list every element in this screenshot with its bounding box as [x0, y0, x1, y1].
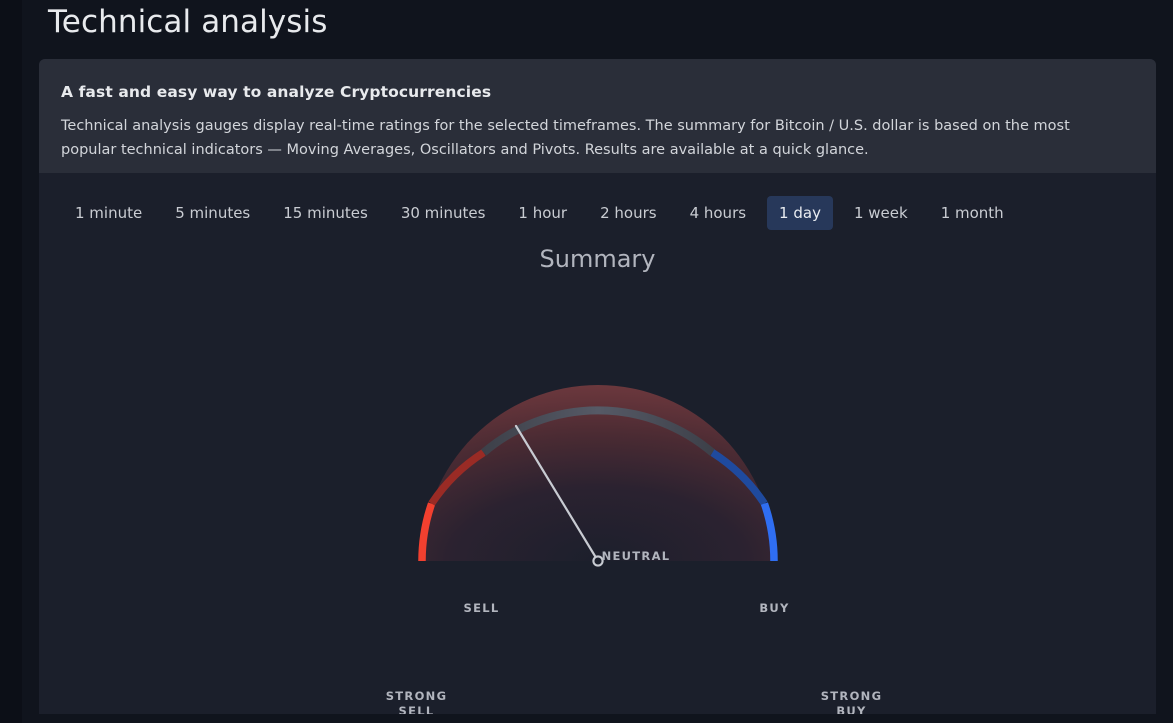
timeframe-tab-5-minutes[interactable]: 5 minutes [163, 196, 262, 230]
timeframe-tab-15-minutes[interactable]: 15 minutes [271, 196, 380, 230]
timeframe-tab-1-day[interactable]: 1 day [767, 196, 833, 230]
technical-analysis-page: Technical analysis A fast and easy way t… [0, 0, 1173, 723]
gauge-label-strong-sell: STRONG SELL [385, 689, 448, 714]
timeframe-tab-1-month[interactable]: 1 month [929, 196, 1016, 230]
timeframe-tab-30-minutes[interactable]: 30 minutes [389, 196, 498, 230]
timeframe-tab-1-hour[interactable]: 1 hour [506, 196, 579, 230]
gauge-label-strong-buy: STRONG BUY [820, 689, 883, 714]
timeframe-tab-1-week[interactable]: 1 week [842, 196, 920, 230]
summary-gauge [417, 385, 778, 567]
gauge-label-sell: SELL [463, 601, 500, 615]
gauge-label-buy: BUY [759, 601, 790, 615]
gauge-section: Summary NEUTRAL SELL BUY STRONG SELL STR… [39, 245, 1156, 714]
timeframe-tab-1-minute[interactable]: 1 minute [63, 196, 154, 230]
timeframe-tab-list: 1 minute 5 minutes 15 minutes 30 minutes 1 h… [39, 173, 1156, 253]
gauge-title: Summary [539, 245, 656, 273]
card-header-description: Technical analysis gauges display real-t… [61, 118, 1070, 158]
card-header: A fast and easy way to analyze Cryptocur… [39, 59, 1156, 173]
gauge-label-neutral: NEUTRAL [601, 549, 671, 563]
card-header-title: A fast and easy way to analyze Cryptocur… [61, 83, 492, 101]
page-title: Technical analysis [48, 4, 328, 40]
timeframe-tab-2-hours[interactable]: 2 hours [588, 196, 668, 230]
technical-analysis-card: A fast and easy way to analyze Cryptocur… [39, 59, 1156, 714]
timeframe-tab-4-hours[interactable]: 4 hours [678, 196, 758, 230]
page-left-gutter [0, 0, 22, 723]
